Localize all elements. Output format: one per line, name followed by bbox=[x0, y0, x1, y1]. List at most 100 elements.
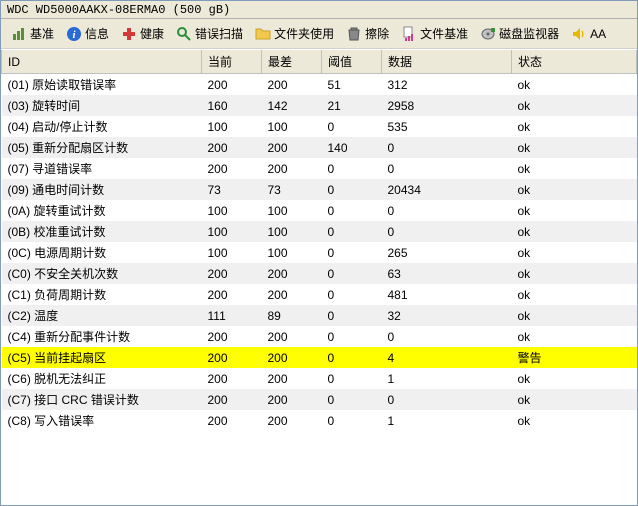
window-title: WDC WD5000AAKX-08ERMA0 (500 gB) bbox=[1, 1, 637, 19]
health-button[interactable]: 健康 bbox=[117, 23, 168, 44]
cell-status: ok bbox=[512, 74, 637, 96]
cell-id: (09) 通电时间计数 bbox=[2, 179, 202, 200]
benchmark-label: 基准 bbox=[30, 25, 54, 42]
cell-id: (03) 旋转时间 bbox=[2, 95, 202, 116]
cell-worst: 200 bbox=[262, 347, 322, 368]
smart-table: ID 当前 最差 阈值 数据 状态 (01) 原始读取错误率2002005131… bbox=[1, 50, 637, 431]
cell-current: 100 bbox=[202, 116, 262, 137]
cell-threshold: 0 bbox=[322, 179, 382, 200]
table-row[interactable]: (0A) 旋转重试计数10010000ok bbox=[2, 200, 637, 221]
speaker-icon bbox=[571, 26, 587, 42]
cell-status: ok bbox=[512, 116, 637, 137]
cell-data: 265 bbox=[382, 242, 512, 263]
cell-threshold: 0 bbox=[322, 158, 382, 179]
table-row[interactable]: (01) 原始读取错误率20020051312ok bbox=[2, 74, 637, 96]
folderusage-label: 文件夹使用 bbox=[274, 25, 334, 42]
cell-threshold: 0 bbox=[322, 263, 382, 284]
table-row[interactable]: (07) 寻道错误率20020000ok bbox=[2, 158, 637, 179]
diskmonitor-label: 磁盘监视器 bbox=[499, 25, 559, 42]
cell-id: (07) 寻道错误率 bbox=[2, 158, 202, 179]
cell-status: ok bbox=[512, 389, 637, 410]
cell-data: 481 bbox=[382, 284, 512, 305]
cell-data: 0 bbox=[382, 389, 512, 410]
cell-data: 1 bbox=[382, 368, 512, 389]
cell-worst: 200 bbox=[262, 389, 322, 410]
cell-current: 200 bbox=[202, 137, 262, 158]
table-row[interactable]: (C0) 不安全关机次数200200063ok bbox=[2, 263, 637, 284]
toolbar: 基准 i 信息 健康 错误扫描 文件夹使用 擦除 文件基准 bbox=[1, 19, 637, 49]
cell-threshold: 0 bbox=[322, 410, 382, 431]
table-row[interactable]: (04) 启动/停止计数1001000535ok bbox=[2, 116, 637, 137]
cell-threshold: 0 bbox=[322, 389, 382, 410]
cell-id: (0B) 校准重试计数 bbox=[2, 221, 202, 242]
cell-worst: 100 bbox=[262, 116, 322, 137]
aam-button[interactable]: AA bbox=[567, 24, 610, 44]
cell-threshold: 21 bbox=[322, 95, 382, 116]
cell-worst: 100 bbox=[262, 200, 322, 221]
erase-button[interactable]: 擦除 bbox=[342, 23, 393, 44]
cell-current: 111 bbox=[202, 305, 262, 326]
cell-status: ok bbox=[512, 410, 637, 431]
header-data[interactable]: 数据 bbox=[382, 50, 512, 74]
cell-current: 200 bbox=[202, 347, 262, 368]
cell-current: 200 bbox=[202, 263, 262, 284]
header-current[interactable]: 当前 bbox=[202, 50, 262, 74]
table-row[interactable]: (C6) 脱机无法纠正20020001ok bbox=[2, 368, 637, 389]
cell-data: 0 bbox=[382, 137, 512, 158]
cell-data: 0 bbox=[382, 326, 512, 347]
cell-threshold: 0 bbox=[322, 326, 382, 347]
header-threshold[interactable]: 阈值 bbox=[322, 50, 382, 74]
cell-status: ok bbox=[512, 95, 637, 116]
table-row[interactable]: (C2) 温度11189032ok bbox=[2, 305, 637, 326]
info-button[interactable]: i 信息 bbox=[62, 23, 113, 44]
health-label: 健康 bbox=[140, 25, 164, 42]
table-row[interactable]: (C5) 当前挂起扇区20020004警告 bbox=[2, 347, 637, 368]
cell-worst: 200 bbox=[262, 74, 322, 96]
table-row[interactable]: (C8) 写入错误率20020001ok bbox=[2, 410, 637, 431]
header-status[interactable]: 状态 bbox=[512, 50, 637, 74]
header-id[interactable]: ID bbox=[2, 50, 202, 74]
cell-worst: 200 bbox=[262, 326, 322, 347]
erase-label: 擦除 bbox=[365, 25, 389, 42]
cell-status: 警告 bbox=[512, 347, 637, 368]
folder-icon bbox=[255, 26, 271, 42]
header-worst[interactable]: 最差 bbox=[262, 50, 322, 74]
table-row[interactable]: (0B) 校准重试计数10010000ok bbox=[2, 221, 637, 242]
cell-status: ok bbox=[512, 305, 637, 326]
cell-current: 200 bbox=[202, 158, 262, 179]
table-row[interactable]: (0C) 电源周期计数1001000265ok bbox=[2, 242, 637, 263]
table-row[interactable]: (05) 重新分配扇区计数2002001400ok bbox=[2, 137, 637, 158]
benchmark-button[interactable]: 基准 bbox=[7, 23, 58, 44]
table-row[interactable]: (03) 旋转时间160142212958ok bbox=[2, 95, 637, 116]
diskmonitor-button[interactable]: 磁盘监视器 bbox=[476, 23, 563, 44]
errorscan-button[interactable]: 错误扫描 bbox=[172, 23, 247, 44]
cell-data: 0 bbox=[382, 158, 512, 179]
cell-status: ok bbox=[512, 368, 637, 389]
cell-current: 200 bbox=[202, 410, 262, 431]
table-row[interactable]: (C4) 重新分配事件计数20020000ok bbox=[2, 326, 637, 347]
cell-data: 535 bbox=[382, 116, 512, 137]
cell-id: (C7) 接口 CRC 错误计数 bbox=[2, 389, 202, 410]
benchmark-icon bbox=[11, 26, 27, 42]
table-row[interactable]: (C1) 负荷周期计数2002000481ok bbox=[2, 284, 637, 305]
cell-current: 160 bbox=[202, 95, 262, 116]
cell-threshold: 0 bbox=[322, 242, 382, 263]
header-row: ID 当前 最差 阈值 数据 状态 bbox=[2, 50, 637, 74]
cell-status: ok bbox=[512, 242, 637, 263]
cell-status: ok bbox=[512, 284, 637, 305]
table-row[interactable]: (C7) 接口 CRC 错误计数20020000ok bbox=[2, 389, 637, 410]
cell-current: 100 bbox=[202, 221, 262, 242]
filebench-icon bbox=[401, 26, 417, 42]
cell-status: ok bbox=[512, 263, 637, 284]
table-row[interactable]: (09) 通电时间计数7373020434ok bbox=[2, 179, 637, 200]
diskmonitor-icon bbox=[480, 26, 496, 42]
cell-status: ok bbox=[512, 200, 637, 221]
folderusage-button[interactable]: 文件夹使用 bbox=[251, 23, 338, 44]
cell-threshold: 0 bbox=[322, 116, 382, 137]
info-label: 信息 bbox=[85, 25, 109, 42]
cell-threshold: 0 bbox=[322, 221, 382, 242]
filebench-button[interactable]: 文件基准 bbox=[397, 23, 472, 44]
cell-threshold: 0 bbox=[322, 200, 382, 221]
cell-worst: 200 bbox=[262, 410, 322, 431]
cell-data: 20434 bbox=[382, 179, 512, 200]
